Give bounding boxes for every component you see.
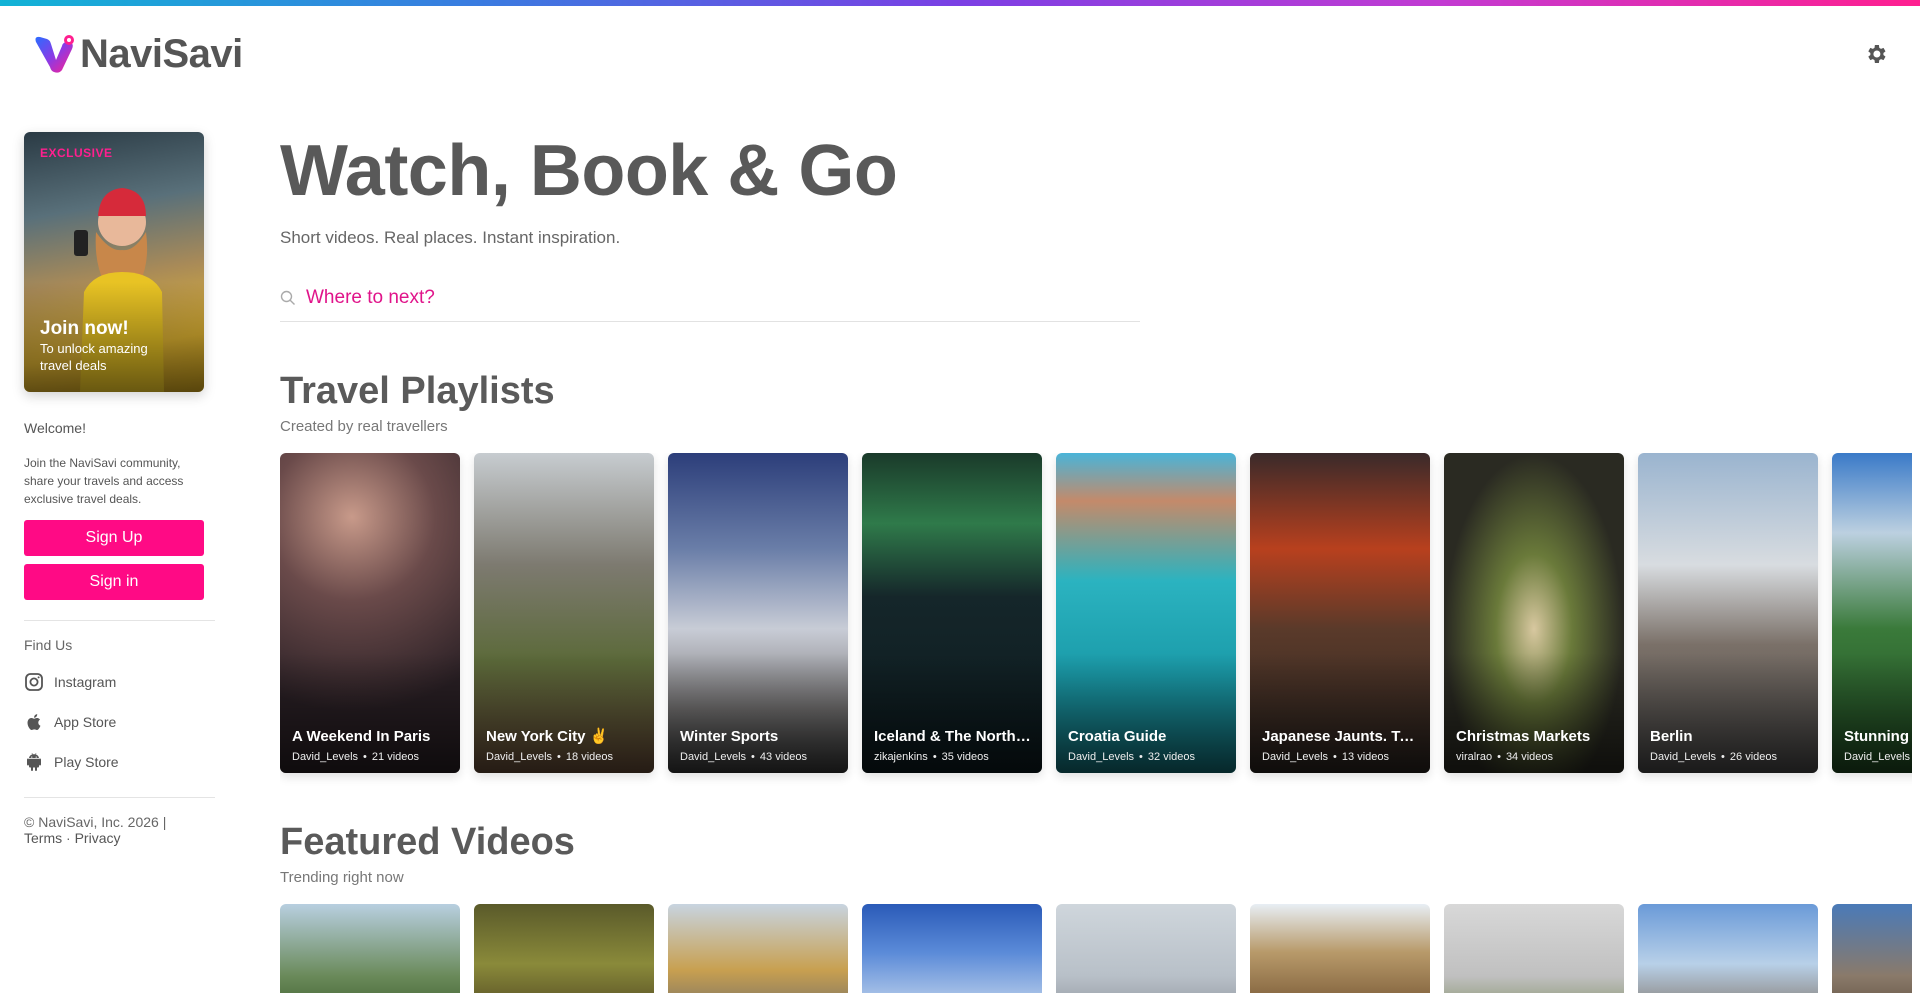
welcome-text: Welcome! bbox=[24, 420, 86, 436]
video-card[interactable] bbox=[280, 904, 460, 993]
playlist-author: David_Levels bbox=[680, 751, 747, 763]
playlist-count: 21 videos bbox=[371, 751, 419, 763]
play-store-label: Play Store bbox=[54, 754, 119, 770]
playlist-title: A Weekend In Paris bbox=[292, 728, 431, 745]
search-input[interactable] bbox=[306, 286, 1086, 309]
playlist-title: Berlin bbox=[1650, 728, 1693, 745]
playlist-meta: David_Levels bbox=[1844, 751, 1910, 763]
promo-subtitle: To unlock amazing travel deals bbox=[40, 341, 148, 373]
instagram-label: Instagram bbox=[54, 674, 117, 690]
main-content: Watch, Book & Go Short videos. Real plac… bbox=[224, 102, 1920, 993]
gear-icon[interactable] bbox=[1864, 42, 1888, 66]
playlist-card[interactable]: Croatia Guide David_Levels • 32 videos bbox=[1056, 453, 1236, 773]
playlists-carousel[interactable]: A Weekend In Paris David_Levels • 21 video… bbox=[280, 453, 1912, 787]
copyright-text: © NaviSavi, Inc. 2026 | bbox=[24, 814, 167, 830]
terms-link[interactable]: Terms bbox=[24, 830, 62, 846]
playlist-title: Japanese Jaunts. Tokyo bbox=[1262, 728, 1420, 745]
join-promo-card[interactable]: EXCLUSIVE Join now! To unlock amazing tr… bbox=[24, 132, 204, 392]
app-header: NaviSavi bbox=[0, 6, 1920, 102]
playlist-meta: zikajenkins • 35 videos bbox=[874, 751, 989, 763]
brand-logo[interactable]: NaviSavi bbox=[32, 32, 243, 77]
playlists-heading: Travel Playlists bbox=[280, 370, 555, 412]
sidebar-divider bbox=[24, 620, 215, 621]
video-card[interactable] bbox=[668, 904, 848, 993]
hero-subtitle: Short videos. Real places. Instant inspi… bbox=[280, 228, 621, 247]
apple-icon bbox=[27, 714, 41, 730]
playlist-card[interactable]: Japanese Jaunts. Tokyo David_Levels • 13 v… bbox=[1250, 453, 1430, 773]
promo-title: Join now! bbox=[40, 318, 129, 339]
featured-subtitle: Trending right now bbox=[280, 869, 404, 886]
playlist-title: Christmas Markets bbox=[1456, 728, 1591, 745]
video-card[interactable] bbox=[1250, 904, 1430, 993]
video-card[interactable] bbox=[1638, 904, 1818, 993]
playlist-meta: David_Levels • 13 videos bbox=[1262, 751, 1389, 763]
community-description: Join the NaviSavi community, share your … bbox=[24, 456, 184, 506]
playlist-card[interactable]: New York City ✌️ David_Levels • 18 videos bbox=[474, 453, 654, 773]
playlist-author: David_Levels bbox=[1068, 751, 1135, 763]
privacy-link[interactable]: Privacy bbox=[75, 830, 121, 846]
playlist-meta: David_Levels • 21 videos bbox=[292, 751, 419, 763]
playlist-meta: David_Levels • 26 videos bbox=[1650, 751, 1777, 763]
playlist-meta: David_Levels • 43 videos bbox=[680, 751, 807, 763]
video-card[interactable] bbox=[1832, 904, 1912, 993]
sidebar-divider-bottom bbox=[24, 797, 215, 798]
playlist-count: 35 videos bbox=[941, 751, 989, 763]
hero-title: Watch, Book & Go bbox=[280, 131, 898, 211]
video-card[interactable] bbox=[1056, 904, 1236, 993]
featured-videos-row[interactable] bbox=[280, 904, 1912, 993]
playlist-count: 26 videos bbox=[1729, 751, 1777, 763]
playlist-card[interactable]: Iceland & The Northern Lights zikajenkin… bbox=[862, 453, 1042, 773]
video-card[interactable] bbox=[474, 904, 654, 993]
playlist-author: viralrao bbox=[1456, 751, 1493, 763]
playlist-title: Winter Sports bbox=[680, 728, 779, 745]
playlist-count: 32 videos bbox=[1147, 751, 1195, 763]
brand-name: NaviSavi bbox=[80, 31, 243, 76]
playlist-author: David_Levels bbox=[292, 751, 359, 763]
promo-tag: EXCLUSIVE bbox=[40, 146, 113, 160]
video-card[interactable] bbox=[1444, 904, 1624, 993]
sign-up-button[interactable]: Sign Up bbox=[24, 520, 204, 556]
playlist-count: 13 videos bbox=[1341, 751, 1389, 763]
sign-in-button[interactable]: Sign in bbox=[24, 564, 204, 600]
playlist-card[interactable]: Christmas Markets viralrao • 34 videos bbox=[1444, 453, 1624, 773]
play-store-link[interactable]: Play Store bbox=[24, 749, 224, 775]
find-us-heading: Find Us bbox=[24, 637, 73, 653]
playlist-title: New York City ✌️ bbox=[486, 728, 609, 745]
playlist-author: David_Levels bbox=[1650, 751, 1717, 763]
featured-heading: Featured Videos bbox=[280, 821, 575, 863]
playlist-author: David_Levels bbox=[1262, 751, 1329, 763]
playlist-card[interactable]: Berlin David_Levels • 26 videos bbox=[1638, 453, 1818, 773]
playlist-count: 18 videos bbox=[565, 751, 613, 763]
search-bar[interactable] bbox=[280, 282, 1140, 322]
playlist-card[interactable]: Winter Sports David_Levels • 43 videos bbox=[668, 453, 848, 773]
instagram-link[interactable]: Instagram bbox=[24, 669, 224, 695]
app-store-label: App Store bbox=[54, 714, 117, 730]
playlist-title: Iceland & The Northern Lights bbox=[874, 728, 1032, 745]
search-icon bbox=[280, 290, 295, 305]
logo-mark-icon bbox=[35, 35, 74, 73]
video-card[interactable] bbox=[862, 904, 1042, 993]
app-store-link[interactable]: App Store bbox=[24, 709, 224, 735]
playlist-author: zikajenkins bbox=[874, 751, 928, 763]
playlist-author: David_Levels bbox=[1844, 751, 1911, 763]
playlist-count: 43 videos bbox=[759, 751, 807, 763]
instagram-icon bbox=[25, 673, 43, 691]
playlist-card[interactable]: A Weekend In Paris David_Levels • 21 video… bbox=[280, 453, 460, 773]
playlist-card[interactable]: Stunning Switzerland David_Levels bbox=[1832, 453, 1912, 773]
playlist-count: 34 videos bbox=[1505, 751, 1554, 763]
playlist-meta: David_Levels • 32 videos bbox=[1068, 751, 1195, 763]
footer-copyright: © NaviSavi, Inc. 2026 | Terms · Privacy bbox=[24, 814, 167, 846]
android-icon bbox=[27, 752, 41, 771]
sidebar: EXCLUSIVE Join now! To unlock amazing tr… bbox=[0, 102, 224, 993]
playlist-meta: David_Levels • 18 videos bbox=[486, 751, 613, 763]
playlist-author: David_Levels bbox=[486, 751, 553, 763]
playlist-title: Stunning Switzerland bbox=[1844, 728, 1912, 745]
playlists-subtitle: Created by real travellers bbox=[280, 418, 448, 435]
playlist-title: Croatia Guide bbox=[1068, 728, 1167, 745]
playlist-meta: viralrao • 34 videos bbox=[1456, 751, 1554, 763]
